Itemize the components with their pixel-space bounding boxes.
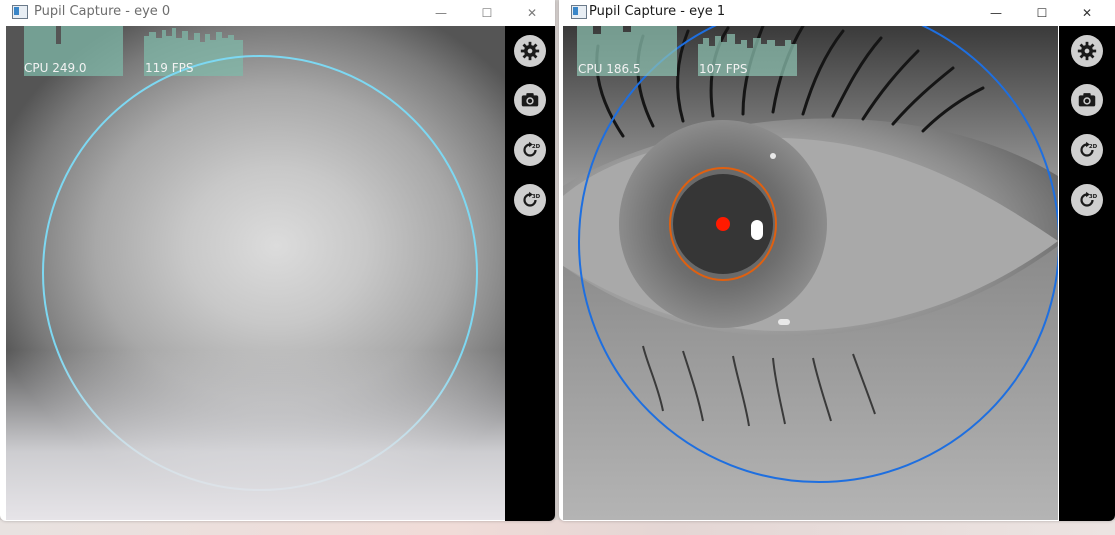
badge-2d: 2D xyxy=(532,144,541,150)
eye1-window-title: Pupil Capture - eye 1 xyxy=(589,4,726,19)
eye0-window-title: Pupil Capture - eye 0 xyxy=(34,4,171,19)
eye0-window: Pupil Capture - eye 0 — ☐ ✕ CPU 249.0 11… xyxy=(0,0,555,521)
gear-icon xyxy=(520,41,540,61)
maximize-icon: ☐ xyxy=(481,6,493,20)
eye1-overlay xyxy=(563,26,1058,520)
camera-icon xyxy=(521,93,539,107)
gear-icon xyxy=(1077,41,1097,61)
eye0-camera-view[interactable]: CPU 249.0 119 FPS xyxy=(6,26,505,520)
app-icon xyxy=(12,5,28,19)
app-icon xyxy=(571,5,587,19)
restart-3d-icon: 3D xyxy=(523,191,541,207)
restart-2d-icon: 2D xyxy=(523,141,541,157)
fps-label: 107 FPS xyxy=(699,62,748,76)
fps-label: 119 FPS xyxy=(145,61,194,75)
close-icon: ✕ xyxy=(526,6,538,20)
restart-3d-button[interactable]: 3D xyxy=(514,184,546,216)
badge-3d: 3D xyxy=(1089,194,1098,200)
eye1-sidebar: 2D 3D xyxy=(1059,26,1115,521)
close-icon: ✕ xyxy=(1081,6,1093,20)
corneal-reflection xyxy=(751,220,763,240)
minimize-button[interactable]: — xyxy=(973,0,1019,26)
restart-2d-button[interactable]: 2D xyxy=(1071,134,1103,166)
close-button[interactable]: ✕ xyxy=(509,0,555,26)
settings-button[interactable] xyxy=(1071,35,1103,67)
eye1-camera-view[interactable]: CPU 186.5 107 FPS xyxy=(563,26,1058,520)
eye1-window: Pupil Capture - eye 1 — ☐ ✕ CPU 186.5 10… xyxy=(559,0,1115,521)
eye-model-circle xyxy=(42,55,478,491)
settings-button[interactable] xyxy=(514,35,546,67)
capture-button[interactable] xyxy=(514,84,546,116)
maximize-button[interactable]: ☐ xyxy=(1019,0,1065,26)
eye0-titlebar[interactable]: Pupil Capture - eye 0 — ☐ ✕ xyxy=(0,0,555,26)
eye0-overlay xyxy=(24,26,478,491)
glint-top xyxy=(770,153,776,159)
glint-bottom xyxy=(778,319,790,325)
minimize-icon: — xyxy=(990,6,1002,20)
minimize-icon: — xyxy=(435,6,447,20)
restart-3d-icon: 3D xyxy=(1080,191,1098,207)
badge-3d: 3D xyxy=(532,194,541,200)
maximize-button[interactable]: ☐ xyxy=(464,0,510,26)
eye1-titlebar[interactable]: Pupil Capture - eye 1 — ☐ ✕ xyxy=(559,0,1115,26)
close-button[interactable]: ✕ xyxy=(1064,0,1110,26)
desktop-background xyxy=(0,520,1115,535)
capture-button[interactable] xyxy=(1071,84,1103,116)
eye0-sidebar: 2D 3D xyxy=(505,26,555,521)
maximize-icon: ☐ xyxy=(1036,6,1048,20)
cpu-label: CPU 186.5 xyxy=(578,62,641,76)
restart-2d-icon: 2D xyxy=(1080,141,1098,157)
restart-3d-button[interactable]: 3D xyxy=(1071,184,1103,216)
pupil-center-marker xyxy=(716,217,730,231)
badge-2d: 2D xyxy=(1089,144,1098,150)
minimize-button[interactable]: — xyxy=(418,0,464,26)
camera-icon xyxy=(1078,93,1096,107)
restart-2d-button[interactable]: 2D xyxy=(514,134,546,166)
cpu-label: CPU 249.0 xyxy=(24,61,87,75)
